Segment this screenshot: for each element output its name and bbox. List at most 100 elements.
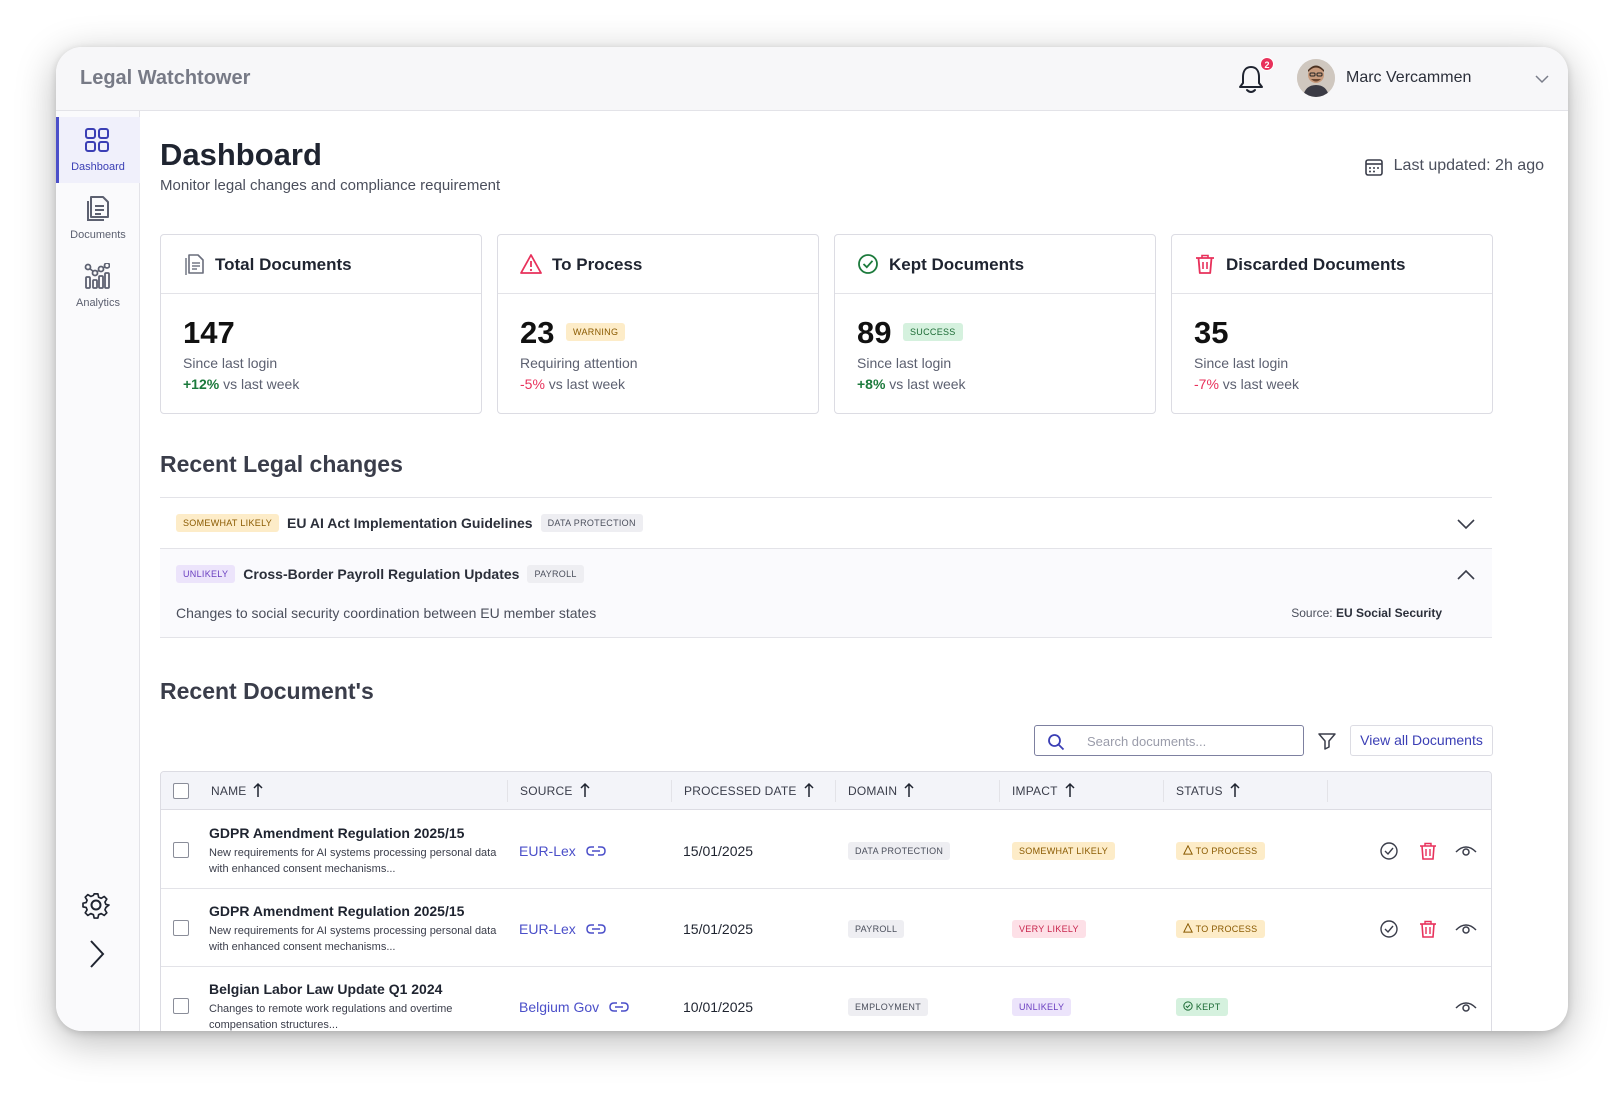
card-header: To Process xyxy=(498,235,818,294)
chevron-down-icon[interactable] xyxy=(1456,514,1476,534)
sidebar: Dashboard Documents Analytics xyxy=(56,111,140,1031)
domain-tag: DATA PROTECTION xyxy=(848,842,951,860)
search-input[interactable] xyxy=(1087,732,1287,750)
warning-triangle-icon xyxy=(1183,844,1193,855)
change-item-expanded[interactable]: UNLIKELY Cross-Border Payroll Regulation… xyxy=(160,548,1492,638)
table-row[interactable]: GDPR Amendment Regulation 2025/15 New re… xyxy=(161,889,1491,967)
warning-badge: WARNING xyxy=(566,323,626,341)
page-title: Dashboard xyxy=(160,137,322,172)
sidebar-item-label: Analytics xyxy=(75,297,121,309)
stat-cards: Total Documents 147 Since last login +12… xyxy=(160,234,1493,414)
domain-tag: PAYROLL xyxy=(527,565,584,583)
status-badge: TO PROCESS xyxy=(1176,920,1265,938)
document-source-link[interactable]: Belgium Gov xyxy=(519,999,629,1015)
document-name[interactable]: GDPR Amendment Regulation 2025/15 xyxy=(209,903,464,919)
sort-arrow-icon xyxy=(804,782,814,797)
card-kept-documents: Kept Documents 89 SUCCESS Since last log… xyxy=(834,234,1156,414)
eye-icon[interactable] xyxy=(1455,997,1477,1017)
last-updated: Last updated: 2h ago xyxy=(1364,157,1544,176)
likelihood-tag: UNLIKELY xyxy=(176,565,236,583)
filter-icon[interactable] xyxy=(1317,731,1337,751)
column-label: IMPACT xyxy=(1012,784,1058,798)
row-checkbox[interactable] xyxy=(173,920,189,936)
row-checkbox[interactable] xyxy=(173,998,189,1014)
chevron-down-icon[interactable] xyxy=(1534,71,1550,87)
column-separator xyxy=(671,780,672,802)
source-text: Belgium Gov xyxy=(519,999,600,1015)
sort-arrow-icon xyxy=(1230,782,1240,797)
documents-icon xyxy=(87,196,109,221)
row-checkbox[interactable] xyxy=(173,842,189,858)
trend-text: vs last week xyxy=(219,376,300,392)
card-value: 89 xyxy=(857,315,892,350)
card-subtitle: Since last login xyxy=(1194,355,1289,371)
link-icon xyxy=(586,846,606,856)
success-badge: SUCCESS xyxy=(903,323,963,341)
table-row[interactable]: Belgian Labor Law Update Q1 2024 Changes… xyxy=(161,967,1491,1031)
table-row[interactable]: GDPR Amendment Regulation 2025/15 New re… xyxy=(161,811,1491,889)
card-discarded-documents: Discarded Documents 35 Since last login … xyxy=(1171,234,1493,414)
table-header: NAME SOURCE PROCESSED DATE DOMAIN IMPACT… xyxy=(161,772,1491,810)
user-name[interactable]: Marc Vercammen xyxy=(1346,69,1471,87)
sidebar-item-dashboard[interactable]: Dashboard xyxy=(56,117,140,183)
change-source: Source: EU Social Security xyxy=(1291,606,1442,620)
approve-check-icon[interactable] xyxy=(1379,919,1399,939)
select-all-checkbox[interactable] xyxy=(173,783,189,799)
change-line: UNLIKELY Cross-Border Payroll Regulation… xyxy=(176,565,584,583)
change-title: Cross-Border Payroll Regulation Updates xyxy=(243,566,520,582)
gear-icon[interactable] xyxy=(82,891,110,919)
card-title: To Process xyxy=(552,255,643,274)
card-header: Kept Documents xyxy=(835,235,1155,294)
sidebar-item-documents[interactable]: Documents xyxy=(56,185,140,251)
source-value: EU Social Security xyxy=(1335,606,1442,620)
check-circle-icon xyxy=(858,254,878,274)
document-name[interactable]: GDPR Amendment Regulation 2025/15 xyxy=(209,825,464,841)
trash-icon[interactable] xyxy=(1418,841,1438,861)
view-all-documents-button[interactable]: View all Documents xyxy=(1350,725,1493,756)
change-description: Changes to social security coordination … xyxy=(176,605,597,621)
trash-icon[interactable] xyxy=(1418,919,1438,939)
column-header-status[interactable]: STATUS xyxy=(1176,782,1240,798)
warning-triangle-icon xyxy=(1183,922,1193,933)
column-header-name[interactable]: NAME xyxy=(211,782,264,798)
search-box xyxy=(1034,725,1304,756)
chevron-up-icon[interactable] xyxy=(1456,565,1476,585)
column-header-processed-date[interactable]: PROCESSED DATE xyxy=(684,782,814,798)
document-description: New requirements for AI systems processi… xyxy=(209,925,497,953)
avatar[interactable] xyxy=(1297,59,1335,97)
eye-icon[interactable] xyxy=(1455,919,1477,939)
card-subtitle: Since last login xyxy=(857,355,952,371)
column-header-source[interactable]: SOURCE xyxy=(520,782,590,798)
impact-tag: VERY LIKELY xyxy=(1012,920,1086,938)
status-text: TO PROCESS xyxy=(1195,846,1258,856)
card-title: Discarded Documents xyxy=(1226,255,1406,274)
card-trend: +8% vs last week xyxy=(857,376,966,392)
column-header-impact[interactable]: IMPACT xyxy=(1012,782,1075,798)
notification-badge: 2 xyxy=(1260,57,1274,71)
column-separator xyxy=(835,780,836,802)
document-source-link[interactable]: EUR-Lex xyxy=(519,843,606,859)
calendar-icon xyxy=(1364,159,1383,176)
change-item[interactable]: SOMEWHAT LIKELY EU AI Act Implementation… xyxy=(160,497,1492,548)
user-photo-icon xyxy=(1297,59,1335,97)
column-header-domain[interactable]: DOMAIN xyxy=(848,782,914,798)
document-description: Changes to remote work regulations and o… xyxy=(209,1003,453,1031)
card-trend: +12% vs last week xyxy=(183,376,299,392)
document-name[interactable]: Belgian Labor Law Update Q1 2024 xyxy=(209,981,442,997)
impact-tag: UNLIKELY xyxy=(1012,998,1072,1016)
chevron-right-icon[interactable] xyxy=(82,939,110,969)
document-description: New requirements for AI systems processi… xyxy=(209,847,497,875)
approve-check-icon[interactable] xyxy=(1379,841,1399,861)
trend-value: +8% xyxy=(857,376,886,392)
processed-date: 10/01/2025 xyxy=(683,999,754,1015)
column-separator xyxy=(1327,780,1328,802)
column-label: PROCESSED DATE xyxy=(684,784,797,798)
document-source-link[interactable]: EUR-Lex xyxy=(519,921,606,937)
column-separator xyxy=(507,780,508,802)
sidebar-item-analytics[interactable]: Analytics xyxy=(56,253,140,319)
eye-icon[interactable] xyxy=(1455,841,1477,861)
card-value: 35 xyxy=(1194,315,1229,350)
sort-arrow-icon xyxy=(1065,782,1075,797)
last-updated-text: Last updated: 2h ago xyxy=(1393,157,1544,174)
likelihood-tag: SOMEWHAT LIKELY xyxy=(176,514,280,532)
